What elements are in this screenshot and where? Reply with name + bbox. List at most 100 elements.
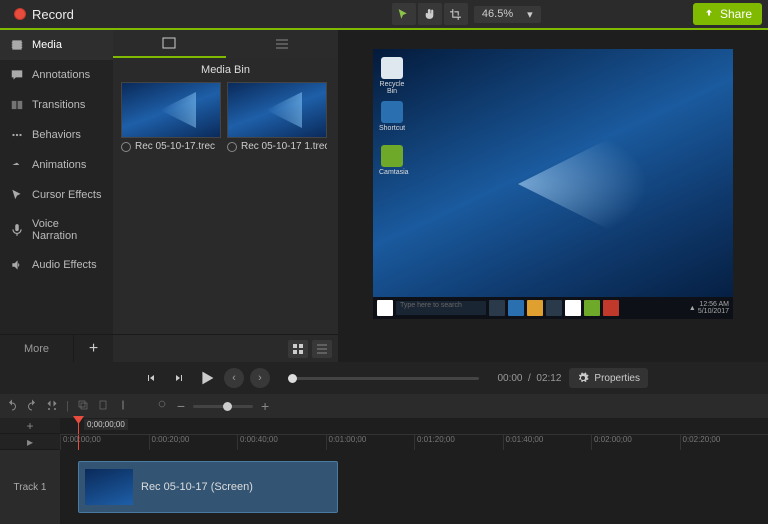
tick: 0:01:00;00 [326, 435, 415, 450]
clip-thumbnail [121, 82, 221, 138]
mic-icon [10, 223, 24, 237]
sidebar-label: Behaviors [32, 129, 81, 141]
select-tool[interactable] [392, 3, 416, 25]
split-button[interactable] [117, 399, 129, 414]
timeline-tools: | − + [0, 394, 768, 418]
preview-frame: Recycle Bin Shortcut Camtasia Type here … [373, 49, 733, 319]
undo-button[interactable] [6, 399, 18, 414]
pan-tool[interactable] [418, 3, 442, 25]
time-display: 00:00 / 02:12 [497, 373, 561, 384]
sidebar-label: Animations [32, 159, 86, 171]
system-tray: ▲ 12:56 AM5/10/2017 [689, 301, 729, 315]
grid-view-button[interactable] [288, 340, 308, 358]
tick: 0:02:00;00 [591, 435, 680, 450]
topbar: Record 46.5% ▾ Share [0, 0, 768, 30]
bin-tab-clips[interactable] [113, 30, 226, 58]
bin-tab-library[interactable] [226, 30, 339, 58]
timeline-ruler: + ▸ 0;00;00;00 0:00:00;00 0:00:20;00 0:0… [0, 418, 768, 450]
sidebar-item-behaviors[interactable]: Behaviors [0, 120, 113, 150]
sidebar-item-annotations[interactable]: Annotations [0, 60, 113, 90]
film-icon [10, 38, 24, 52]
redo-button[interactable] [26, 399, 38, 414]
desktop-icon: Recycle Bin [379, 57, 405, 95]
canvas[interactable]: Recycle Bin Shortcut Camtasia Type here … [338, 30, 768, 362]
speaker-icon [10, 258, 24, 272]
tick: 0:01:40;00 [503, 435, 592, 450]
sidebar-label: Media [32, 39, 62, 51]
search-box: Type here to search [396, 301, 486, 315]
zoom-out-button[interactable] [157, 399, 169, 414]
behavior-icon [10, 128, 24, 142]
cursor-icon [10, 188, 24, 202]
media-clip[interactable]: Rec 05-10-17.trec [121, 82, 221, 155]
add-track-button[interactable]: + [0, 418, 60, 434]
list-view-button[interactable] [312, 340, 332, 358]
sidebar: Media Annotations Transitions Behaviors … [0, 30, 113, 362]
track-marker-button[interactable]: ▸ [0, 434, 60, 450]
recording-icon [121, 142, 131, 152]
share-button[interactable]: Share [693, 3, 762, 25]
taskbar-item [584, 300, 600, 316]
sidebar-label: Annotations [32, 69, 90, 81]
gear-icon [577, 372, 589, 384]
clip-name: Rec 05-10-17.trec [135, 141, 215, 152]
sidebar-item-animations[interactable]: Animations [0, 150, 113, 180]
next-marker-button[interactable]: › [250, 368, 270, 388]
canvas-tools: 46.5% ▾ [392, 3, 541, 25]
bin-footer [113, 334, 338, 362]
tick: 0:00:20;00 [149, 435, 238, 450]
track-body[interactable]: Rec 05-10-17 (Screen) [60, 450, 768, 524]
prev-frame-button[interactable] [140, 367, 162, 389]
sidebar-label: Transitions [32, 99, 85, 111]
tick: 0:00:00;00 [60, 435, 149, 450]
bin-tabs [113, 30, 338, 58]
recording-icon [227, 142, 237, 152]
zoom-minus-button[interactable]: − [177, 398, 185, 414]
sidebar-label: Voice Narration [32, 218, 103, 242]
cut-button[interactable] [46, 399, 58, 414]
clip-thumbnail [227, 82, 327, 138]
taskbar-item [489, 300, 505, 316]
add-button[interactable]: + [73, 335, 113, 362]
bin-title: Media Bin [113, 58, 338, 82]
crop-tool[interactable] [444, 3, 468, 25]
scrub-bar[interactable] [288, 377, 479, 380]
ruler-main[interactable]: 0;00;00;00 0:00:00;00 0:00:20;00 0:00:40… [60, 418, 768, 450]
sidebar-item-media[interactable]: Media [0, 30, 113, 60]
properties-button[interactable]: Properties [569, 368, 648, 388]
zoom-plus-button[interactable]: + [261, 398, 269, 414]
start-icon [377, 300, 393, 316]
paste-button[interactable] [97, 399, 109, 414]
taskbar-item [508, 300, 524, 316]
prev-marker-button[interactable]: ‹ [224, 368, 244, 388]
record-button[interactable]: Record [6, 4, 82, 25]
copy-button[interactable] [77, 399, 89, 414]
grid-icon [292, 343, 304, 355]
chevron-down-icon: ▾ [527, 8, 533, 21]
zoom-dropdown[interactable]: 46.5% ▾ [474, 6, 541, 23]
zoom-value: 46.5% [482, 8, 513, 20]
media-clip[interactable]: Rec 05-10-17 1.trec [227, 82, 327, 155]
clip-icon [162, 37, 176, 49]
sidebar-item-cursor[interactable]: Cursor Effects [0, 180, 113, 210]
callout-icon [10, 68, 24, 82]
taskbar-item [603, 300, 619, 316]
zoom-slider[interactable] [193, 405, 253, 408]
timeline-clip[interactable]: Rec 05-10-17 (Screen) [78, 461, 338, 513]
share-label: Share [720, 7, 752, 21]
more-button[interactable]: More [0, 335, 73, 362]
tick: 0:00:40;00 [237, 435, 326, 450]
sidebar-item-voice[interactable]: Voice Narration [0, 210, 113, 250]
preview-taskbar: Type here to search ▲ 12:56 AM5/10/2017 [373, 297, 733, 319]
scrub-handle[interactable] [288, 374, 297, 383]
next-frame-button[interactable] [168, 367, 190, 389]
clip-thumbnail [85, 469, 133, 505]
bin-thumbnails: Rec 05-10-17.trec Rec 05-10-17 1.trec [113, 82, 338, 155]
track-header[interactable]: Track 1 [0, 450, 60, 524]
transition-icon [10, 98, 24, 112]
play-button[interactable] [196, 367, 218, 389]
time-ticks: 0:00:00;00 0:00:20;00 0:00:40;00 0:01:00… [60, 434, 768, 450]
sidebar-item-transitions[interactable]: Transitions [0, 90, 113, 120]
sidebar-item-audio[interactable]: Audio Effects [0, 250, 113, 280]
list-icon [275, 38, 289, 50]
